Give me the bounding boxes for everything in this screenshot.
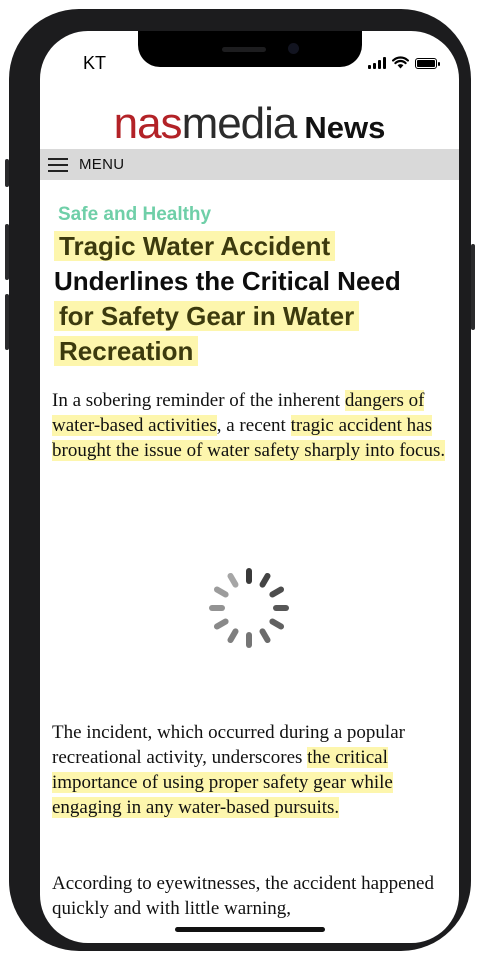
article-headline: Tragic Water Accident Underlines the Cri… <box>54 229 449 369</box>
article-category[interactable]: Safe and Healthy <box>58 204 211 226</box>
menu-label[interactable]: MENU <box>79 156 124 173</box>
loading-spinner-icon <box>209 568 289 648</box>
battery-icon <box>415 58 440 69</box>
site-masthead[interactable]: nasmedia News <box>40 99 459 149</box>
notch <box>138 31 362 67</box>
home-indicator[interactable] <box>175 927 325 932</box>
volume-up-button <box>5 224 9 280</box>
front-camera <box>288 43 299 54</box>
headline-line-2: Underlines the Critical Need <box>54 266 401 296</box>
power-button <box>471 244 475 330</box>
article-paragraph-2: The incident, which occurred during a po… <box>52 722 405 818</box>
hamburger-menu-icon[interactable] <box>48 157 68 172</box>
status-icons <box>368 55 440 69</box>
phone-screen: KT nasmedia News MENU Safe and Healthy Tr… <box>40 31 459 943</box>
headline-line-1: Tragic Water Accident <box>54 231 336 261</box>
cellular-signal-icon <box>368 57 386 69</box>
article-paragraph-1: In a sobering reminder of the inherent d… <box>52 390 446 461</box>
headline-line-4: Recreation <box>54 336 199 366</box>
silent-switch <box>5 159 9 187</box>
volume-down-button <box>5 294 9 350</box>
carrier-label: KT <box>83 53 107 73</box>
phone-frame: KT nasmedia News MENU Safe and Healthy Tr… <box>5 9 475 951</box>
news-label: News <box>304 110 386 145</box>
article-paragraph-3: According to eyewitnesses, the accident … <box>52 873 434 919</box>
speaker-grille <box>222 47 266 52</box>
headline-line-3: for Safety Gear in Water <box>54 301 360 331</box>
site-logo[interactable]: nasmedia <box>114 99 298 148</box>
wifi-icon <box>392 56 409 69</box>
menu-bar[interactable]: MENU <box>40 149 459 180</box>
